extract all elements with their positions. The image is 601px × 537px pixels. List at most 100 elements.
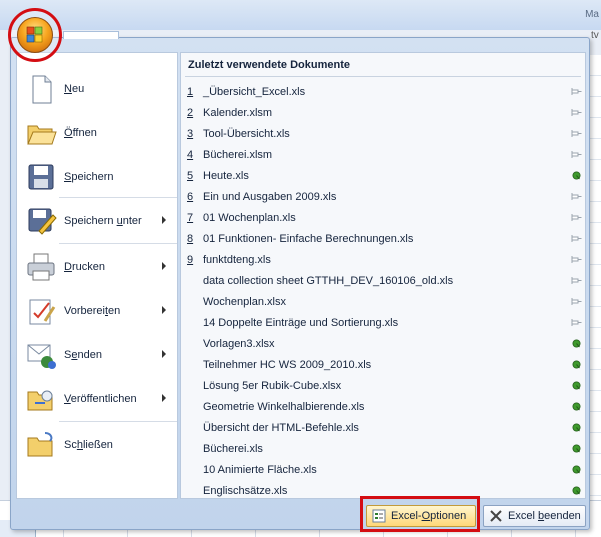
- submenu-arrow-icon: [162, 350, 166, 358]
- recent-document-item[interactable]: 7 01 Wochenplan.xls: [181, 207, 585, 228]
- menu-command-publish[interactable]: Veröffentlichen: [17, 379, 177, 421]
- recent-document-name: Wochenplan.xlsx: [203, 296, 286, 308]
- pin-pinned-icon[interactable]: [571, 444, 582, 453]
- menu-command-save-as[interactable]: Speichern unter: [17, 201, 177, 243]
- recent-document-item[interactable]: Übersicht der HTML-Befehle.xls: [181, 417, 585, 438]
- pin-unpinned-icon[interactable]: [571, 87, 582, 96]
- recent-document-item[interactable]: 2 Kalender.xlsm: [181, 102, 585, 123]
- pin-pinned-icon[interactable]: [571, 423, 582, 432]
- pin-pinned-icon[interactable]: [571, 402, 582, 411]
- recent-document-number: 7: [187, 212, 194, 224]
- pin-unpinned-icon[interactable]: [571, 234, 582, 243]
- recent-document-item[interactable]: 9 funktdteng.xls: [181, 249, 585, 270]
- menu-command-new-document[interactable]: Neu: [17, 69, 177, 111]
- pin-pinned-icon[interactable]: [571, 486, 582, 495]
- save-floppy-icon: [28, 164, 54, 190]
- pin-pinned-icon[interactable]: [571, 465, 582, 474]
- menu-tab-connector: [63, 31, 119, 39]
- pin-unpinned-icon[interactable]: [571, 255, 582, 264]
- recent-document-number: 2: [187, 107, 194, 119]
- recent-document-name: Englischsätze.xls: [203, 485, 288, 497]
- recent-document-name: Kalender.xlsm: [203, 107, 273, 119]
- pin-unpinned-icon[interactable]: [571, 213, 582, 222]
- menu-command-label: Speichern: [64, 171, 114, 183]
- recent-document-name: data collection sheet GTTHH_DEV_160106_o…: [203, 275, 454, 287]
- pin-pinned-icon[interactable]: [571, 360, 582, 369]
- pin-unpinned-icon[interactable]: [571, 150, 582, 159]
- save-as-icon: [28, 208, 57, 235]
- recent-document-number: 5: [187, 170, 194, 182]
- submenu-arrow-icon: [162, 216, 166, 224]
- menu-separator: [59, 243, 177, 244]
- recent-document-item[interactable]: Wochenplan.xlsx: [181, 291, 585, 312]
- recent-document-name: Teilnehmer HC WS 2009_2010.xls: [203, 359, 372, 371]
- recent-documents-header: Zuletzt verwendete Dokumente: [188, 59, 350, 71]
- recent-document-number: 6: [187, 191, 194, 203]
- recent-document-item[interactable]: 10 Animierte Fläche.xls: [181, 459, 585, 480]
- submenu-arrow-icon: [162, 394, 166, 402]
- recent-document-item[interactable]: 14 Doppelte Einträge und Sortierung.xls: [181, 312, 585, 333]
- submenu-arrow-icon: [162, 262, 166, 270]
- pin-unpinned-icon[interactable]: [571, 108, 582, 117]
- excel-exit-label: Excel beenden: [508, 510, 581, 522]
- recent-document-name: Tool-Übersicht.xls: [203, 128, 290, 140]
- worksheet-edge: [589, 55, 601, 500]
- recent-document-name: 01 Funktionen- Einfache Berechnungen.xls: [203, 233, 414, 245]
- prepare-icon: [29, 299, 56, 325]
- pin-pinned-icon[interactable]: [571, 171, 582, 180]
- open-folder-icon: [27, 125, 57, 145]
- menu-command-printer[interactable]: Drucken: [17, 247, 177, 289]
- recent-document-item[interactable]: 1 _Übersicht_Excel.xls: [181, 81, 585, 102]
- ribbon-edge: tv: [591, 30, 599, 41]
- pin-unpinned-icon[interactable]: [571, 318, 582, 327]
- menu-command-label: Schließen: [64, 439, 113, 451]
- recent-documents-pane: Zuletzt verwendete Dokumente 1 _Übersicht…: [180, 52, 586, 499]
- pin-unpinned-icon[interactable]: [571, 276, 582, 285]
- send-icon: [27, 344, 56, 369]
- close-folder-icon: [27, 432, 53, 457]
- menu-command-label: Veröffentlichen: [64, 393, 137, 405]
- recent-document-item[interactable]: 5 Heute.xls: [181, 165, 585, 186]
- recent-document-item[interactable]: 6 Ein und Ausgaben 2009.xls: [181, 186, 585, 207]
- recent-document-name: _Übersicht_Excel.xls: [203, 86, 306, 98]
- menu-command-prepare[interactable]: Vorbereiten: [17, 291, 177, 333]
- pin-unpinned-icon[interactable]: [571, 192, 582, 201]
- office-logo-icon: [26, 26, 43, 43]
- recent-document-name: Bücherei.xlsm: [203, 149, 273, 161]
- menu-command-label: Senden: [64, 349, 102, 361]
- printer-icon: [27, 253, 55, 281]
- recent-document-name: Bücherei.xls: [203, 443, 263, 455]
- title-bar: Ma: [0, 0, 601, 30]
- menu-command-save-floppy[interactable]: Speichern: [17, 157, 177, 199]
- recent-document-item[interactable]: Geometrie Winkelhalbierende.xls: [181, 396, 585, 417]
- pin-unpinned-icon[interactable]: [571, 297, 582, 306]
- recent-document-number: 1: [187, 86, 194, 98]
- recent-document-name: Geometrie Winkelhalbierende.xls: [203, 401, 365, 413]
- recent-document-item[interactable]: Vorlagen3.xlsx: [181, 333, 585, 354]
- recent-document-item[interactable]: Bücherei.xls: [181, 438, 585, 459]
- recent-document-item[interactable]: Lösung 5er Rubik-Cube.xlsx: [181, 375, 585, 396]
- office-button[interactable]: [17, 17, 53, 53]
- recent-document-number: 9: [187, 254, 194, 266]
- close-x-icon: [490, 510, 502, 522]
- pin-pinned-icon[interactable]: [571, 381, 582, 390]
- recent-document-item[interactable]: 8 01 Funktionen- Einfache Berechnungen.xl…: [181, 228, 585, 249]
- pin-pinned-icon[interactable]: [571, 339, 582, 348]
- recent-document-item[interactable]: Teilnehmer HC WS 2009_2010.xls: [181, 354, 585, 375]
- recent-document-name: Lösung 5er Rubik-Cube.xlsx: [203, 380, 342, 392]
- office-menu: Neu Öffnen Speichern Speichern unter Drucken…: [10, 31, 590, 530]
- recent-document-item[interactable]: data collection sheet GTTHH_DEV_160106_o…: [181, 270, 585, 291]
- excel-exit-button[interactable]: Excel beenden: [483, 505, 586, 527]
- menu-command-open-folder[interactable]: Öffnen: [17, 113, 177, 155]
- recent-document-name: 10 Animierte Fläche.xls: [203, 464, 317, 476]
- publish-icon: [27, 390, 53, 411]
- pin-unpinned-icon[interactable]: [571, 129, 582, 138]
- recent-document-item[interactable]: 3 Tool-Übersicht.xls: [181, 123, 585, 144]
- recent-document-number: 3: [187, 128, 194, 140]
- menu-command-send[interactable]: Senden: [17, 335, 177, 377]
- menu-command-close-folder[interactable]: Schließen: [17, 425, 177, 467]
- new-document-icon: [32, 75, 52, 104]
- recent-document-name: Heute.xls: [203, 170, 249, 182]
- recent-document-item[interactable]: 4 Bücherei.xlsm: [181, 144, 585, 165]
- recent-document-name: 14 Doppelte Einträge und Sortierung.xls: [203, 317, 399, 329]
